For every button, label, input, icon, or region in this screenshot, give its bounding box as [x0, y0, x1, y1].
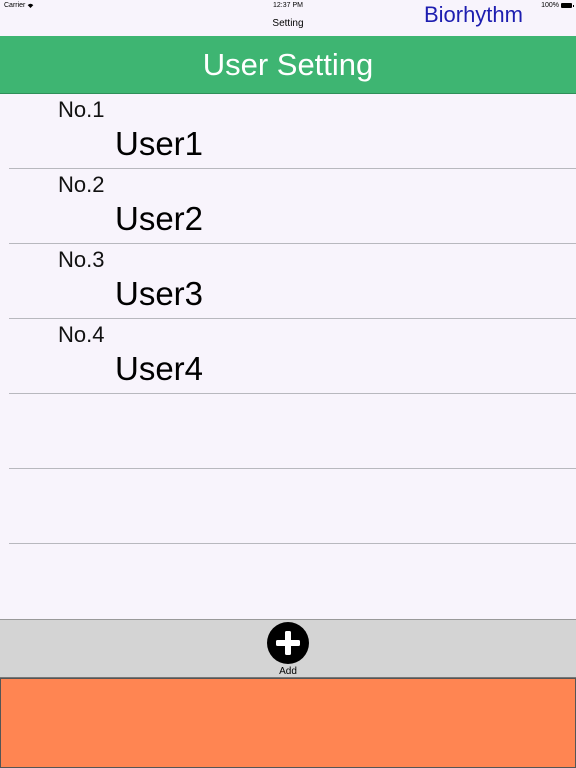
user-name: User4: [115, 350, 204, 387]
user-row-3[interactable]: No.3 User3: [9, 244, 576, 319]
toolbar: Add: [0, 619, 576, 678]
battery-icon: [561, 3, 574, 8]
status-battery: 100%: [541, 2, 574, 9]
user-number: No.3: [58, 247, 105, 272]
user-row-empty-6[interactable]: [9, 469, 576, 544]
user-list: No.1 User1 No.2 User2 No.3 User3 No.4 Us…: [0, 94, 576, 544]
user-row-1[interactable]: No.1 User1: [9, 94, 576, 169]
app-name: Biorhythm: [423, 2, 523, 27]
user-row-4[interactable]: No.4 User4: [9, 319, 576, 394]
add-user-button[interactable]: Add: [258, 620, 318, 678]
battery-percent: 100%: [541, 2, 559, 9]
user-name: User3: [115, 275, 204, 312]
user-name: User2: [115, 200, 204, 237]
add-label: Add: [279, 666, 297, 677]
page-title: User Setting: [0, 36, 576, 94]
user-number: No.1: [58, 97, 105, 122]
footer-banner: [0, 678, 576, 768]
navigation-bar: Setting Biorhythm: [0, 2, 576, 36]
user-row-empty-5[interactable]: [9, 394, 576, 469]
user-row-2[interactable]: No.2 User2: [9, 169, 576, 244]
user-number: No.2: [58, 172, 105, 197]
user-number: No.4: [58, 322, 105, 347]
plus-circle-icon: [267, 622, 309, 664]
user-name: User1: [115, 125, 204, 162]
